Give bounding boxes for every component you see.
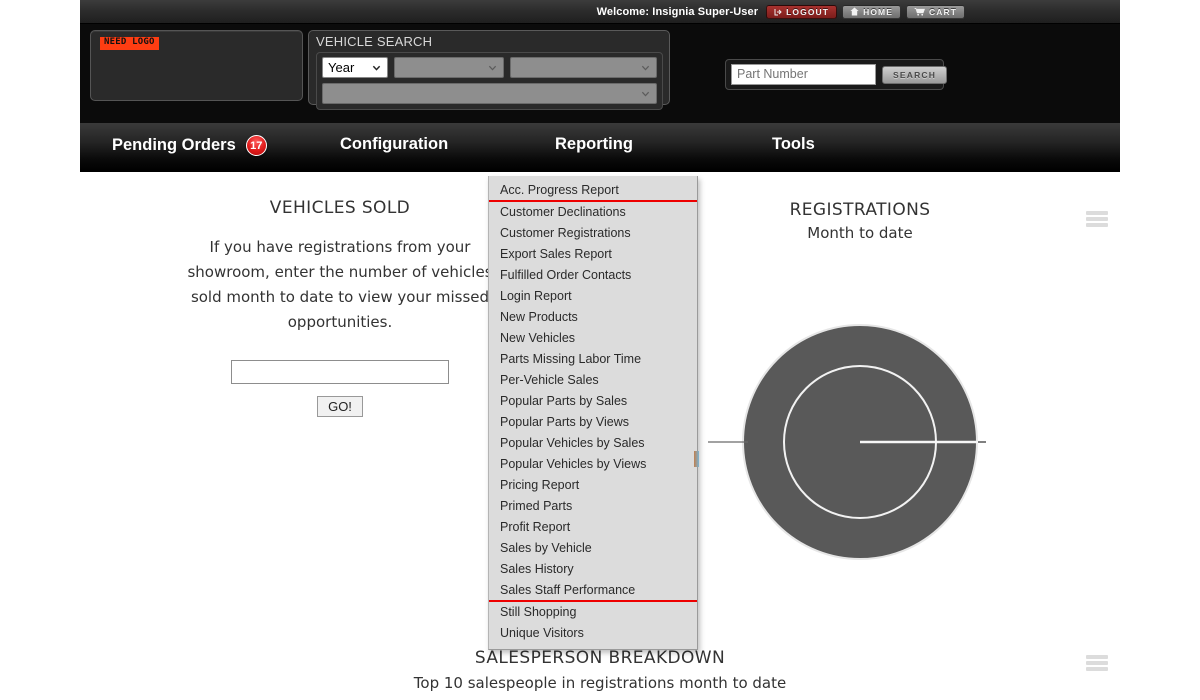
vehicle-search-title: VEHICLE SEARCH: [316, 34, 433, 49]
part-search-panel: SEARCH: [725, 59, 948, 90]
registrations-title: REGISTRATIONS: [789, 200, 931, 220]
logout-button[interactable]: LOGOUT: [766, 4, 838, 19]
nav-label-pending-orders: Pending Orders: [112, 136, 236, 154]
reporting-menu-item[interactable]: Sales History: [489, 559, 697, 580]
chevron-down-icon: [641, 89, 650, 98]
reporting-menu-item[interactable]: New Products: [489, 307, 697, 328]
pie-chart-svg: [708, 324, 986, 560]
nav-label-reporting: Reporting: [555, 135, 633, 153]
reporting-menu-item[interactable]: Export Sales Report: [489, 244, 697, 265]
reporting-menu-item[interactable]: Profit Report: [489, 517, 697, 538]
logo-container[interactable]: NEED LOGO: [90, 30, 303, 101]
reporting-menu-item[interactable]: New Vehicles: [489, 328, 697, 349]
part-search-button[interactable]: SEARCH: [882, 65, 948, 84]
logout-icon: [774, 8, 782, 15]
main-navigation: Pending Orders 17 Configuration Reportin…: [80, 123, 1120, 172]
submodel-select[interactable]: [322, 83, 657, 104]
registrations-panel: REGISTRATIONS Month to date: [700, 200, 1120, 242]
chevron-down-icon: [641, 63, 650, 72]
cart-icon: [914, 7, 925, 16]
model-select[interactable]: [510, 57, 657, 78]
nav-label-configuration: Configuration: [340, 135, 449, 153]
reporting-menu-item[interactable]: Customer Registrations: [489, 223, 697, 244]
vehicles-sold-title: VEHICLES SOLD: [269, 198, 411, 218]
year-select-value: Year: [328, 60, 355, 75]
registrations-menu-icon[interactable]: [1086, 211, 1108, 227]
make-select[interactable]: [394, 57, 505, 78]
year-select[interactable]: Year: [322, 57, 389, 78]
vehicles-sold-input[interactable]: [231, 360, 449, 384]
registrations-subtitle: Month to date: [807, 224, 913, 242]
nav-item-reporting[interactable]: Reporting: [555, 135, 633, 154]
reporting-menu-item[interactable]: Acc. Progress Report: [489, 180, 697, 202]
home-label: HOME: [863, 6, 893, 17]
logout-label: LOGOUT: [786, 6, 830, 17]
reporting-menu-item[interactable]: Popular Parts by Views: [489, 412, 697, 433]
vehicles-sold-panel: VEHICLES SOLD If you have registrations …: [180, 198, 500, 417]
reporting-menu-item[interactable]: Still Shopping: [489, 602, 697, 623]
salesperson-breakdown-panel: SALESPERSON BREAKDOWN Top 10 salespeople…: [340, 648, 860, 692]
chevron-down-icon: [488, 63, 497, 72]
reporting-menu-item[interactable]: Login Report: [489, 286, 697, 307]
chevron-down-icon: [372, 63, 381, 72]
nav-item-pending-orders[interactable]: Pending Orders 17: [112, 135, 267, 156]
cart-label: CART: [928, 6, 957, 17]
reporting-menu-item[interactable]: Popular Vehicles by Sales: [489, 433, 697, 454]
site-header: Welcome: Insignia Super-User LOGOUT HOME: [80, 0, 1120, 123]
nav-item-configuration[interactable]: Configuration: [340, 135, 448, 154]
vehicle-search-panel: VEHICLE SEARCH Year: [308, 30, 670, 110]
salesperson-breakdown-menu-icon[interactable]: [1086, 655, 1108, 671]
reporting-menu-item[interactable]: Parts Missing Labor Time: [489, 349, 697, 370]
vehicle-search-fields: Year: [316, 52, 663, 110]
home-button[interactable]: HOME: [842, 4, 901, 19]
nav-item-tools[interactable]: Tools: [772, 135, 815, 154]
welcome-message: Welcome: Insignia Super-User: [596, 5, 759, 18]
dropdown-edge-marker: [694, 451, 699, 467]
header-main-row: NEED LOGO VEHICLE SEARCH Year Part Numbe…: [80, 24, 1120, 123]
top-utility-bar: Welcome: Insignia Super-User LOGOUT HOME: [80, 0, 1120, 24]
vehicles-sold-go-button[interactable]: GO!: [317, 396, 363, 417]
app-page: Welcome: Insignia Super-User LOGOUT HOME: [0, 0, 1200, 700]
reporting-menu-item[interactable]: Pricing Report: [489, 475, 697, 496]
cart-button[interactable]: CART: [905, 4, 965, 19]
part-number-input[interactable]: [731, 64, 876, 85]
registrations-pie-chart[interactable]: [690, 320, 1030, 580]
reporting-menu-item[interactable]: Sales by Vehicle: [489, 538, 697, 559]
nav-label-tools: Tools: [772, 135, 815, 153]
reporting-menu-item[interactable]: Popular Vehicles by Views: [489, 454, 697, 475]
salesperson-breakdown-title: SALESPERSON BREAKDOWN: [474, 648, 726, 668]
reporting-menu-item[interactable]: Fulfilled Order Contacts: [489, 265, 697, 286]
reporting-menu-item[interactable]: Unique Visitors: [489, 623, 697, 644]
reporting-menu-item[interactable]: Per-Vehicle Sales: [489, 370, 697, 391]
reporting-dropdown-menu[interactable]: Acc. Progress Report Customer Declination…: [488, 176, 698, 650]
reporting-menu-item[interactable]: Sales Staff Performance: [489, 580, 697, 602]
salesperson-breakdown-subtitle: Top 10 salespeople in registrations mont…: [413, 674, 787, 692]
reporting-menu-item[interactable]: Customer Declinations: [489, 202, 697, 223]
need-logo-badge: NEED LOGO: [100, 37, 159, 50]
home-icon: [850, 7, 859, 16]
vehicles-sold-description: If you have registrations from your show…: [187, 238, 493, 331]
reporting-menu-item[interactable]: Primed Parts: [489, 496, 697, 517]
pending-orders-count-badge: 17: [245, 135, 267, 156]
reporting-menu-item[interactable]: Popular Parts by Sales: [489, 391, 697, 412]
